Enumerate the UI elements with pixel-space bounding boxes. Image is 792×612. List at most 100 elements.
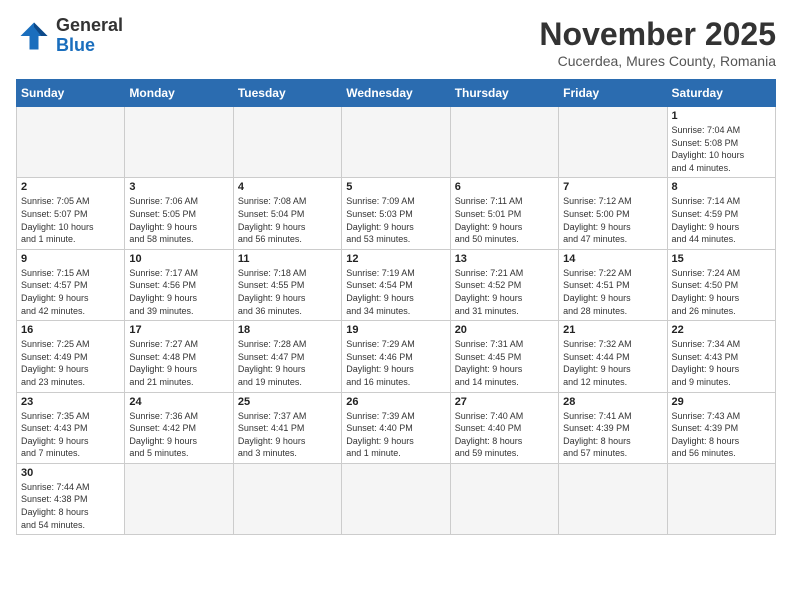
calendar-cell: 1 Sunrise: 7:04 AM Sunset: 5:08 PM Daylig… <box>667 107 775 178</box>
day-number: 7 <box>563 181 662 193</box>
calendar-cell: 14 Sunrise: 7:22 AM Sunset: 4:51 PM Dayli… <box>559 249 667 320</box>
calendar-week-4: 16Sunrise: 7:25 AM Sunset: 4:49 PM Dayli… <box>17 321 776 392</box>
calendar-cell: 4 Sunrise: 7:08 AM Sunset: 5:04 PM Daylig… <box>233 178 341 249</box>
calendar-cell: 24Sunrise: 7:36 AM Sunset: 4:42 PM Dayli… <box>125 392 233 463</box>
calendar-cell: 16Sunrise: 7:25 AM Sunset: 4:49 PM Dayli… <box>17 321 125 392</box>
day-number: 3 <box>129 181 228 193</box>
day-info: Sunrise: 7:04 AM Sunset: 5:08 PM Dayligh… <box>672 124 771 174</box>
calendar-cell: 25 Sunrise: 7:37 AM Sunset: 4:41 PM Dayli… <box>233 392 341 463</box>
day-info: Sunrise: 7:14 AM Sunset: 4:59 PM Dayligh… <box>672 195 771 245</box>
calendar-week-3: 9 Sunrise: 7:15 AM Sunset: 4:57 PM Daylig… <box>17 249 776 320</box>
calendar-header: SundayMondayTuesdayWednesdayThursdayFrid… <box>17 80 776 107</box>
calendar-cell: 27 Sunrise: 7:40 AM Sunset: 4:40 PM Dayli… <box>450 392 558 463</box>
day-number: 15 <box>672 253 771 265</box>
calendar-cell: 22 Sunrise: 7:34 AM Sunset: 4:43 PM Dayli… <box>667 321 775 392</box>
calendar-cell: 5 Sunrise: 7:09 AM Sunset: 5:03 PM Daylig… <box>342 178 450 249</box>
day-number: 10 <box>129 253 228 265</box>
day-number: 8 <box>672 181 771 193</box>
day-info: Sunrise: 7:09 AM Sunset: 5:03 PM Dayligh… <box>346 195 445 245</box>
day-info: Sunrise: 7:29 AM Sunset: 4:46 PM Dayligh… <box>346 338 445 388</box>
calendar-cell <box>450 107 558 178</box>
weekday-tuesday: Tuesday <box>233 80 341 107</box>
day-info: Sunrise: 7:15 AM Sunset: 4:57 PM Dayligh… <box>21 267 120 317</box>
day-info: Sunrise: 7:17 AM Sunset: 4:56 PM Dayligh… <box>129 267 228 317</box>
calendar-cell: 3Sunrise: 7:06 AM Sunset: 5:05 PM Daylig… <box>125 178 233 249</box>
day-info: Sunrise: 7:35 AM Sunset: 4:43 PM Dayligh… <box>21 410 120 460</box>
day-info: Sunrise: 7:08 AM Sunset: 5:04 PM Dayligh… <box>238 195 337 245</box>
day-number: 28 <box>563 396 662 408</box>
calendar-cell: 11 Sunrise: 7:18 AM Sunset: 4:55 PM Dayli… <box>233 249 341 320</box>
weekday-friday: Friday <box>559 80 667 107</box>
day-number: 20 <box>455 324 554 336</box>
calendar-cell: 28Sunrise: 7:41 AM Sunset: 4:39 PM Dayli… <box>559 392 667 463</box>
day-info: Sunrise: 7:24 AM Sunset: 4:50 PM Dayligh… <box>672 267 771 317</box>
calendar-cell <box>233 463 341 534</box>
calendar-cell <box>125 107 233 178</box>
day-number: 9 <box>21 253 120 265</box>
day-info: Sunrise: 7:40 AM Sunset: 4:40 PM Dayligh… <box>455 410 554 460</box>
day-info: Sunrise: 7:31 AM Sunset: 4:45 PM Dayligh… <box>455 338 554 388</box>
logo-line1: General <box>56 16 123 36</box>
day-number: 11 <box>238 253 337 265</box>
calendar-cell <box>342 463 450 534</box>
calendar-cell: 2Sunrise: 7:05 AM Sunset: 5:07 PM Daylig… <box>17 178 125 249</box>
calendar-cell <box>559 107 667 178</box>
calendar-week-1: 1 Sunrise: 7:04 AM Sunset: 5:08 PM Daylig… <box>17 107 776 178</box>
calendar-cell <box>233 107 341 178</box>
logo-line2: Blue <box>56 36 123 56</box>
day-number: 30 <box>21 467 120 479</box>
calendar-body: 1 Sunrise: 7:04 AM Sunset: 5:08 PM Daylig… <box>17 107 776 535</box>
calendar-cell <box>17 107 125 178</box>
logo: General Blue <box>16 16 123 56</box>
day-number: 29 <box>672 396 771 408</box>
calendar-cell: 8 Sunrise: 7:14 AM Sunset: 4:59 PM Daylig… <box>667 178 775 249</box>
day-info: Sunrise: 7:11 AM Sunset: 5:01 PM Dayligh… <box>455 195 554 245</box>
day-info: Sunrise: 7:44 AM Sunset: 4:38 PM Dayligh… <box>21 481 120 531</box>
day-number: 22 <box>672 324 771 336</box>
day-number: 6 <box>455 181 554 193</box>
day-number: 5 <box>346 181 445 193</box>
calendar-cell: 15 Sunrise: 7:24 AM Sunset: 4:50 PM Dayli… <box>667 249 775 320</box>
day-number: 13 <box>455 253 554 265</box>
day-number: 1 <box>672 110 771 122</box>
weekday-monday: Monday <box>125 80 233 107</box>
day-number: 4 <box>238 181 337 193</box>
day-info: Sunrise: 7:12 AM Sunset: 5:00 PM Dayligh… <box>563 195 662 245</box>
calendar-cell: 19Sunrise: 7:29 AM Sunset: 4:46 PM Dayli… <box>342 321 450 392</box>
calendar-cell: 20 Sunrise: 7:31 AM Sunset: 4:45 PM Dayli… <box>450 321 558 392</box>
calendar-week-2: 2Sunrise: 7:05 AM Sunset: 5:07 PM Daylig… <box>17 178 776 249</box>
day-number: 23 <box>21 396 120 408</box>
day-number: 21 <box>563 324 662 336</box>
day-info: Sunrise: 7:18 AM Sunset: 4:55 PM Dayligh… <box>238 267 337 317</box>
day-info: Sunrise: 7:34 AM Sunset: 4:43 PM Dayligh… <box>672 338 771 388</box>
day-number: 24 <box>129 396 228 408</box>
day-info: Sunrise: 7:37 AM Sunset: 4:41 PM Dayligh… <box>238 410 337 460</box>
calendar-cell: 26 Sunrise: 7:39 AM Sunset: 4:40 PM Dayli… <box>342 392 450 463</box>
calendar-cell: 21Sunrise: 7:32 AM Sunset: 4:44 PM Dayli… <box>559 321 667 392</box>
day-info: Sunrise: 7:22 AM Sunset: 4:51 PM Dayligh… <box>563 267 662 317</box>
month-title: November 2025 <box>539 16 776 53</box>
day-number: 12 <box>346 253 445 265</box>
location-subtitle: Cucerdea, Mures County, Romania <box>539 53 776 69</box>
calendar-cell: 7 Sunrise: 7:12 AM Sunset: 5:00 PM Daylig… <box>559 178 667 249</box>
calendar-cell: 29 Sunrise: 7:43 AM Sunset: 4:39 PM Dayli… <box>667 392 775 463</box>
calendar-cell <box>667 463 775 534</box>
calendar-cell: 9 Sunrise: 7:15 AM Sunset: 4:57 PM Daylig… <box>17 249 125 320</box>
day-info: Sunrise: 7:28 AM Sunset: 4:47 PM Dayligh… <box>238 338 337 388</box>
day-number: 26 <box>346 396 445 408</box>
day-number: 14 <box>563 253 662 265</box>
weekday-thursday: Thursday <box>450 80 558 107</box>
weekday-saturday: Saturday <box>667 80 775 107</box>
header: General Blue November 2025 Cucerdea, Mur… <box>16 16 776 69</box>
calendar-cell: 6 Sunrise: 7:11 AM Sunset: 5:01 PM Daylig… <box>450 178 558 249</box>
title-area: November 2025 Cucerdea, Mures County, Ro… <box>539 16 776 69</box>
day-info: Sunrise: 7:43 AM Sunset: 4:39 PM Dayligh… <box>672 410 771 460</box>
day-number: 27 <box>455 396 554 408</box>
logo-icon <box>16 18 52 54</box>
calendar-week-5: 23 Sunrise: 7:35 AM Sunset: 4:43 PM Dayli… <box>17 392 776 463</box>
calendar-cell: 12Sunrise: 7:19 AM Sunset: 4:54 PM Dayli… <box>342 249 450 320</box>
day-number: 25 <box>238 396 337 408</box>
day-info: Sunrise: 7:21 AM Sunset: 4:52 PM Dayligh… <box>455 267 554 317</box>
day-info: Sunrise: 7:39 AM Sunset: 4:40 PM Dayligh… <box>346 410 445 460</box>
calendar: SundayMondayTuesdayWednesdayThursdayFrid… <box>16 79 776 535</box>
